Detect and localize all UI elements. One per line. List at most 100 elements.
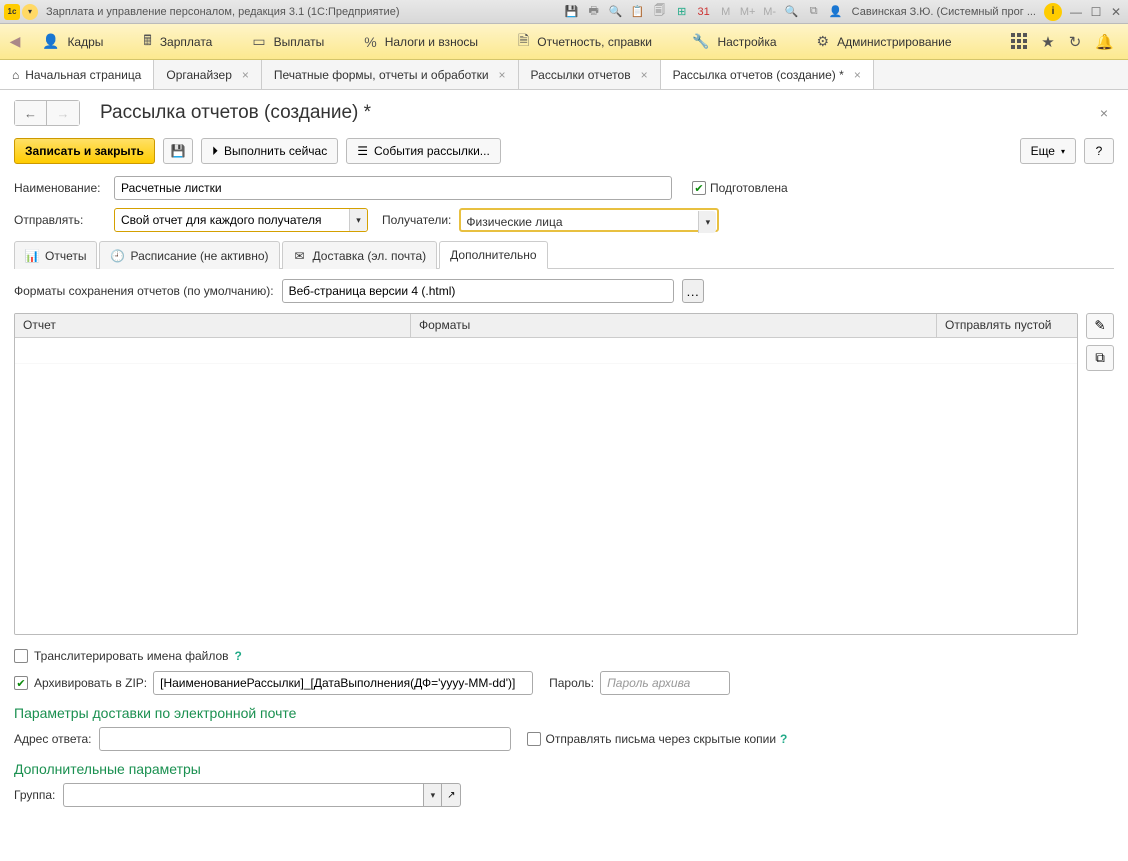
extra-section-title: Дополнительные параметры [14, 761, 1114, 777]
page-close-button[interactable]: × [1094, 105, 1114, 121]
app-menu-dropdown[interactable]: ▾ [22, 4, 38, 20]
print-icon[interactable]: 🖶 [586, 4, 602, 20]
send-combo[interactable]: ▾ [114, 208, 368, 232]
calculator-icon: 🖩 [143, 30, 151, 54]
close-icon[interactable]: ✕ [1108, 4, 1124, 20]
nav-forward-button[interactable]: → [47, 101, 79, 125]
tab-close-icon[interactable]: × [242, 68, 249, 82]
name-label: Наименование: [14, 181, 106, 195]
help-button[interactable]: ? [1084, 138, 1114, 164]
col-send-empty[interactable]: Отправлять пустой [937, 314, 1077, 337]
date-icon[interactable]: 31 [696, 4, 712, 20]
prepared-checkbox[interactable] [692, 181, 706, 195]
zip-checkbox[interactable] [14, 676, 28, 690]
info-icon[interactable]: i [1044, 3, 1062, 21]
menu-nalogi[interactable]: %Налоги и взносы [344, 24, 498, 60]
bell-icon[interactable]: 🔔 [1095, 33, 1114, 51]
menu-nastroika[interactable]: 🔧Настройка [672, 24, 797, 60]
current-user[interactable]: Савинская З.Ю. (Системный прог ... [852, 6, 1036, 18]
translit-help[interactable]: ? [235, 649, 242, 663]
m-plus-icon[interactable]: M+ [740, 4, 756, 20]
gear-icon: ⚙ [817, 33, 830, 50]
menu-admin[interactable]: ⚙Администрирование [797, 24, 972, 60]
group-input[interactable] [63, 783, 423, 807]
email-section-title: Параметры доставки по электронной почте [14, 705, 1114, 721]
menu-otchetnost[interactable]: 🗎Отчетность, справки [498, 24, 672, 60]
subtab-additional[interactable]: Дополнительно [439, 241, 547, 269]
tab-rassylka-create[interactable]: Рассылка отчетов (создание) *× [661, 60, 874, 89]
events-button[interactable]: ☰События рассылки... [346, 138, 501, 164]
app-logo-icon: 1c [4, 4, 20, 20]
save-icon[interactable]: 💾 [564, 4, 580, 20]
hidden-copies-checkbox[interactable] [527, 732, 541, 746]
home-icon: ⌂ [12, 68, 19, 82]
chevron-down-icon[interactable]: ▾ [698, 211, 716, 233]
tab-organizer[interactable]: Органайзер× [154, 60, 262, 89]
tab-rassylki[interactable]: Рассылки отчетов× [519, 60, 661, 89]
subtab-schedule[interactable]: 🕘Расписание (не активно) [99, 241, 279, 269]
list-icon: ☰ [357, 144, 368, 158]
col-formats[interactable]: Форматы [411, 314, 937, 337]
reply-input[interactable] [99, 727, 511, 751]
wallet-icon: ▭ [252, 33, 265, 50]
formats-label: Форматы сохранения отчетов (по умолчанию… [14, 284, 274, 298]
calc-icon[interactable]: 🗐 [652, 4, 668, 20]
hidden-copies-help[interactable]: ? [780, 732, 787, 746]
nav-back-button[interactable]: ← [15, 101, 47, 125]
nav-buttons: ← → [14, 100, 80, 126]
chevron-down-icon[interactable]: ▾ [423, 783, 441, 807]
translit-label: Транслитерировать имена файлов [34, 649, 229, 663]
password-input[interactable] [600, 671, 730, 695]
apps-icon[interactable] [1011, 33, 1027, 51]
window-icon[interactable]: ⧉ [806, 4, 822, 20]
name-input[interactable] [114, 176, 672, 200]
password-label: Пароль: [549, 676, 594, 690]
preview-icon[interactable]: 🔍 [608, 4, 624, 20]
tab-close-icon[interactable]: × [641, 68, 648, 82]
user-icon[interactable]: 👤 [828, 4, 844, 20]
translit-checkbox[interactable] [14, 649, 28, 663]
content-header: ← → Рассылка отчетов (создание) * × [0, 90, 1128, 132]
clock-icon: 🕘 [110, 249, 124, 263]
chevron-down-icon[interactable]: ▾ [349, 209, 367, 231]
send-label: Отправлять: [14, 213, 106, 227]
tab-print-forms[interactable]: Печатные формы, отчеты и обработки× [262, 60, 519, 89]
percent-icon: % [364, 34, 376, 50]
formats-input[interactable] [282, 279, 674, 303]
group-combo[interactable]: ▾ ↗ [63, 783, 461, 807]
copy-icon[interactable]: 📋 [630, 4, 646, 20]
more-button[interactable]: Еще ▾ [1020, 138, 1076, 164]
zoom-icon[interactable]: 🔍 [784, 4, 800, 20]
reports-table[interactable]: Отчет Форматы Отправлять пустой [14, 313, 1078, 635]
save-close-button[interactable]: Записать и закрыть [14, 138, 155, 164]
formats-select-button[interactable]: … [682, 279, 704, 303]
menu-zarplata[interactable]: 🖩Зарплата [123, 24, 232, 60]
run-now-button[interactable]: ⏵Выполнить сейчас [201, 138, 338, 164]
m-minus-icon[interactable]: M- [762, 4, 778, 20]
col-report[interactable]: Отчет [15, 314, 411, 337]
menu-kadry[interactable]: 👤Кадры [22, 24, 123, 60]
group-open-button[interactable]: ↗ [441, 783, 461, 807]
tab-close-icon[interactable]: × [499, 68, 506, 82]
hidden-copies-label: Отправлять письма через скрытые копии [545, 732, 776, 746]
subtab-delivery[interactable]: ✉Доставка (эл. почта) [282, 241, 438, 269]
table-edit-button[interactable]: ✎ [1086, 313, 1114, 339]
toolbar-icons: 💾 🖶 🔍 📋 🗐 ⊞ 31 M M+ M- 🔍 ⧉ 👤 [564, 4, 844, 20]
calendar-icon[interactable]: ⊞ [674, 4, 690, 20]
favorite-icon[interactable]: ★ [1041, 33, 1054, 51]
tab-close-icon[interactable]: × [854, 68, 861, 82]
zip-name-input[interactable] [153, 671, 533, 695]
tab-home[interactable]: ⌂Начальная страница [0, 60, 154, 89]
m-icon[interactable]: M [718, 4, 734, 20]
recipients-combo[interactable]: Физические лица ▾ [459, 208, 719, 232]
menu-scroll-left[interactable]: ◀ [8, 28, 22, 56]
minimize-icon[interactable]: — [1068, 4, 1084, 20]
tab-content-additional: Форматы сохранения отчетов (по умолчанию… [14, 269, 1114, 825]
history-icon[interactable]: ↻ [1069, 33, 1082, 51]
table-copy-button[interactable]: ⧉ [1086, 345, 1114, 371]
menu-vyplaty[interactable]: ▭Выплаты [232, 24, 344, 60]
save-button[interactable]: 💾 [163, 138, 193, 164]
reply-label: Адрес ответа: [14, 732, 91, 746]
maximize-icon[interactable]: ☐ [1088, 4, 1104, 20]
subtab-reports[interactable]: 📊Отчеты [14, 241, 97, 269]
